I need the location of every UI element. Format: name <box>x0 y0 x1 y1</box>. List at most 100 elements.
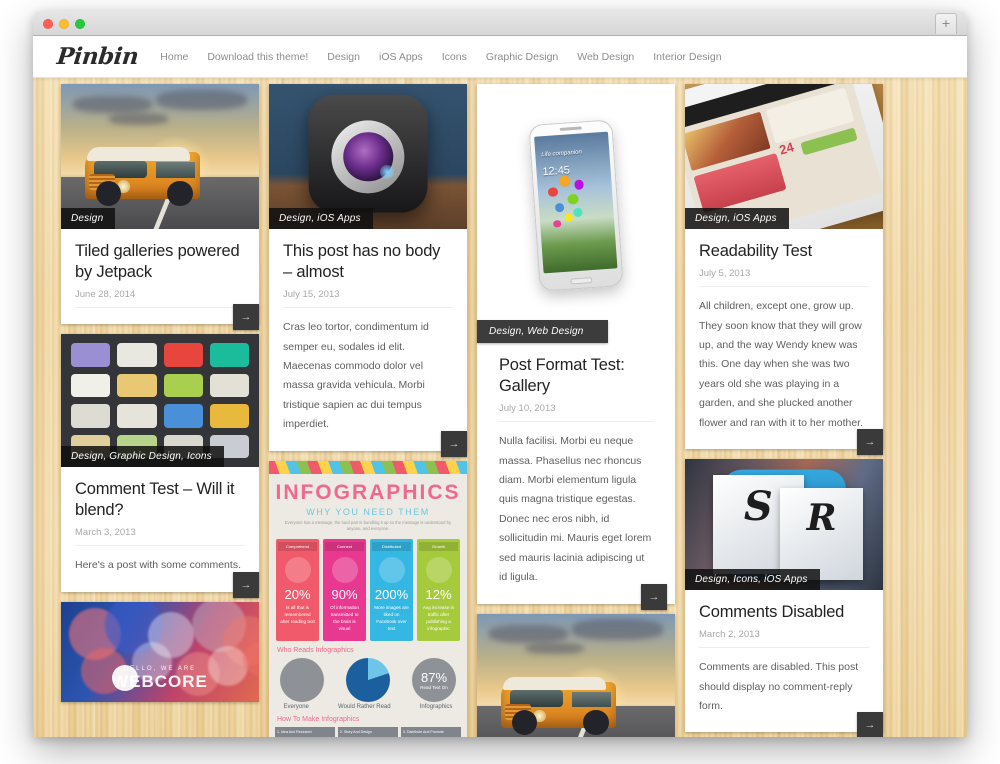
infographic-intro: Everyone has a message, the hard part is… <box>284 519 452 532</box>
infographic-stat-text: Of information transmitted to the brain … <box>330 605 359 632</box>
nav-item-graphic-design[interactable]: Graphic Design <box>486 51 558 63</box>
post-title[interactable]: Tiled galleries powered by Jetpack <box>75 241 245 283</box>
infographic-subheading: WHY YOU NEED THEM <box>306 506 430 517</box>
nav-item-download-this-theme[interactable]: Download this theme! <box>207 51 308 63</box>
post-title[interactable]: This post has no body – almost <box>283 241 453 283</box>
post-category-tag[interactable]: Design, iOS Apps <box>269 208 373 229</box>
post-body: Comment Test – Will it blend? March 3, 20… <box>61 467 259 598</box>
nav-item-icons[interactable]: Icons <box>442 51 467 63</box>
read-more-arrow-button[interactable]: → <box>641 583 667 610</box>
infographic-pie-chart <box>346 657 390 702</box>
new-tab-button[interactable]: + <box>935 13 957 34</box>
post-thumbnail[interactable]: Design, Graphic Design, Icons <box>61 334 259 468</box>
infographic-who-stat-sub: Read Text On <box>420 684 448 690</box>
post-thumbnail[interactable]: Design <box>61 84 259 229</box>
infographic-stat-icon <box>284 557 311 584</box>
post-category-tag[interactable]: Design <box>61 208 116 229</box>
post-title[interactable]: Comment Test – Will it blend? <box>75 479 245 521</box>
minimize-window-icon[interactable] <box>59 19 69 29</box>
post-title[interactable]: Post Format Test: Gallery <box>499 355 653 397</box>
infographic-stat-icon <box>425 557 452 584</box>
read-more-arrow-button[interactable]: → <box>857 429 883 456</box>
icon-tile <box>163 373 203 398</box>
grid-column: Design, iOS Apps This post has no body – … <box>269 84 467 737</box>
post-body: This post has no body – almost July 15, 2… <box>269 229 467 457</box>
infographic-stat-text: Is all that is remembered after reading … <box>280 605 315 625</box>
infographic-heading: INFOGRAPHICS <box>275 480 461 504</box>
post-card[interactable] <box>477 613 675 737</box>
infographic-stat-percent: 20% <box>284 587 311 603</box>
post-card[interactable]: Design Tiled galleries powered by Jetpack… <box>61 84 259 331</box>
grid-column: 24 Design, iOS Apps Readability Test July 5… <box>685 84 883 737</box>
nav-item-interior-design[interactable]: Interior Design <box>653 51 721 63</box>
infographic-step: 2. Story And Design <box>338 726 398 737</box>
icon-tile <box>163 404 203 428</box>
read-more-arrow-button[interactable]: → <box>441 430 467 457</box>
nav-item-design[interactable]: Design <box>327 51 360 63</box>
bokeh-brand-text: WEBCORE <box>112 671 208 691</box>
post-card[interactable]: Life companion 12:45 Design, Web Design Pos… <box>477 84 675 610</box>
post-excerpt: Cras leo tortor, condimentum id semper e… <box>283 321 429 431</box>
main-navigation: Home Download this theme! Design iOS Apps Ic… <box>160 51 721 63</box>
grid-column: Design Tiled galleries powered by Jetpack… <box>61 84 259 737</box>
post-card[interactable]: INFOGRAPHICS WHY YOU NEED THEM Everyone ha… <box>269 460 467 737</box>
post-date: July 15, 2013 <box>283 289 453 309</box>
infographic-stat-circle: 87% Read Text On <box>412 657 456 702</box>
masonry-grid: Design Tiled galleries powered by Jetpack… <box>61 84 901 737</box>
post-date: July 10, 2013 <box>499 403 653 423</box>
post-thumbnail[interactable]: INFOGRAPHICS WHY YOU NEED THEM Everyone ha… <box>269 460 467 737</box>
infographic-stat-label: Connect <box>325 542 364 552</box>
post-category-tag[interactable]: Design, Web Design <box>477 320 608 343</box>
post-card[interactable]: 24 Design, iOS Apps Readability Test July 5… <box>685 84 883 456</box>
zoom-window-icon[interactable] <box>75 19 85 29</box>
post-thumbnail[interactable]: S R Design, Icons, iOS Apps <box>685 459 883 591</box>
post-card[interactable]: HELLO, WE ARE WEBCORE <box>61 601 259 702</box>
close-window-icon[interactable] <box>43 19 53 29</box>
icon-tile <box>209 343 249 367</box>
post-body: Tiled galleries powered by Jetpack June 2… <box>61 229 259 331</box>
post-date: March 2, 2013 <box>699 629 869 649</box>
post-thumbnail[interactable]: Life companion 12:45 <box>485 92 667 320</box>
site-logo[interactable]: Pinbin <box>56 43 140 70</box>
post-category-tag[interactable]: Design, iOS Apps <box>685 208 789 229</box>
artwork-bokeh-webcore-banner: HELLO, WE ARE WEBCORE <box>61 601 259 702</box>
artwork-smartphone-product-shot: Life companion 12:45 <box>485 92 667 320</box>
post-category-tag[interactable]: Design, Icons, iOS Apps <box>685 569 820 591</box>
infographic-stat-column: Growth 12% Avg increase in traffic after p… <box>417 539 460 641</box>
infographic-stat-percent: 200% <box>374 587 409 603</box>
post-title[interactable]: Readability Test <box>699 241 869 262</box>
infographic-people-icon <box>280 657 324 702</box>
read-more-arrow-button[interactable]: → <box>857 712 883 737</box>
post-excerpt: Comments are disabled. This post should … <box>699 661 859 713</box>
infographic-who-label: Everyone <box>283 703 309 710</box>
icon-tile <box>117 373 157 398</box>
post-card[interactable]: Design, iOS Apps This post has no body – … <box>269 84 467 457</box>
infographic-who-label: Would Rather Read <box>338 703 391 710</box>
read-more-arrow-button[interactable]: → <box>233 571 259 598</box>
infographic-who-stat: 87% <box>420 669 448 685</box>
icon-tile <box>117 404 157 428</box>
infographic-stat-icon <box>331 557 358 584</box>
read-more-arrow-button[interactable]: → <box>233 304 259 331</box>
nav-item-home[interactable]: Home <box>160 51 188 63</box>
post-title[interactable]: Comments Disabled <box>699 602 869 623</box>
infographic-section-who: Who Reads Infographics <box>277 646 354 654</box>
post-thumbnail[interactable]: HELLO, WE ARE WEBCORE <box>61 601 259 702</box>
post-card[interactable]: Design, Graphic Design, Icons Comment Tes… <box>61 334 259 598</box>
post-date: June 28, 2014 <box>75 289 245 309</box>
infographic-stat-label: Comprehend <box>278 542 317 552</box>
post-thumbnail[interactable]: Design, iOS Apps <box>269 84 467 229</box>
post-date: March 3, 2013 <box>75 527 245 547</box>
infographic-who-label: Infographics <box>419 703 453 710</box>
post-category-tag[interactable]: Design, Graphic Design, Icons <box>61 446 224 468</box>
infographic-stat-text: More images are liked on Facebook over t… <box>374 605 409 632</box>
nav-item-ios-apps[interactable]: iOS Apps <box>379 51 423 63</box>
post-card[interactable]: S R Design, Icons, iOS Apps Comments Disabl… <box>685 459 883 737</box>
icon-tile <box>209 404 249 428</box>
nav-item-web-design[interactable]: Web Design <box>577 51 634 63</box>
post-body: Readability Test July 5, 2013 All children… <box>685 229 883 456</box>
phone-time: 12:45 <box>542 164 571 179</box>
post-thumbnail[interactable]: 24 Design, iOS Apps <box>685 84 883 229</box>
infographic-stat-percent: 12% <box>425 587 452 603</box>
post-thumbnail[interactable] <box>477 613 675 737</box>
